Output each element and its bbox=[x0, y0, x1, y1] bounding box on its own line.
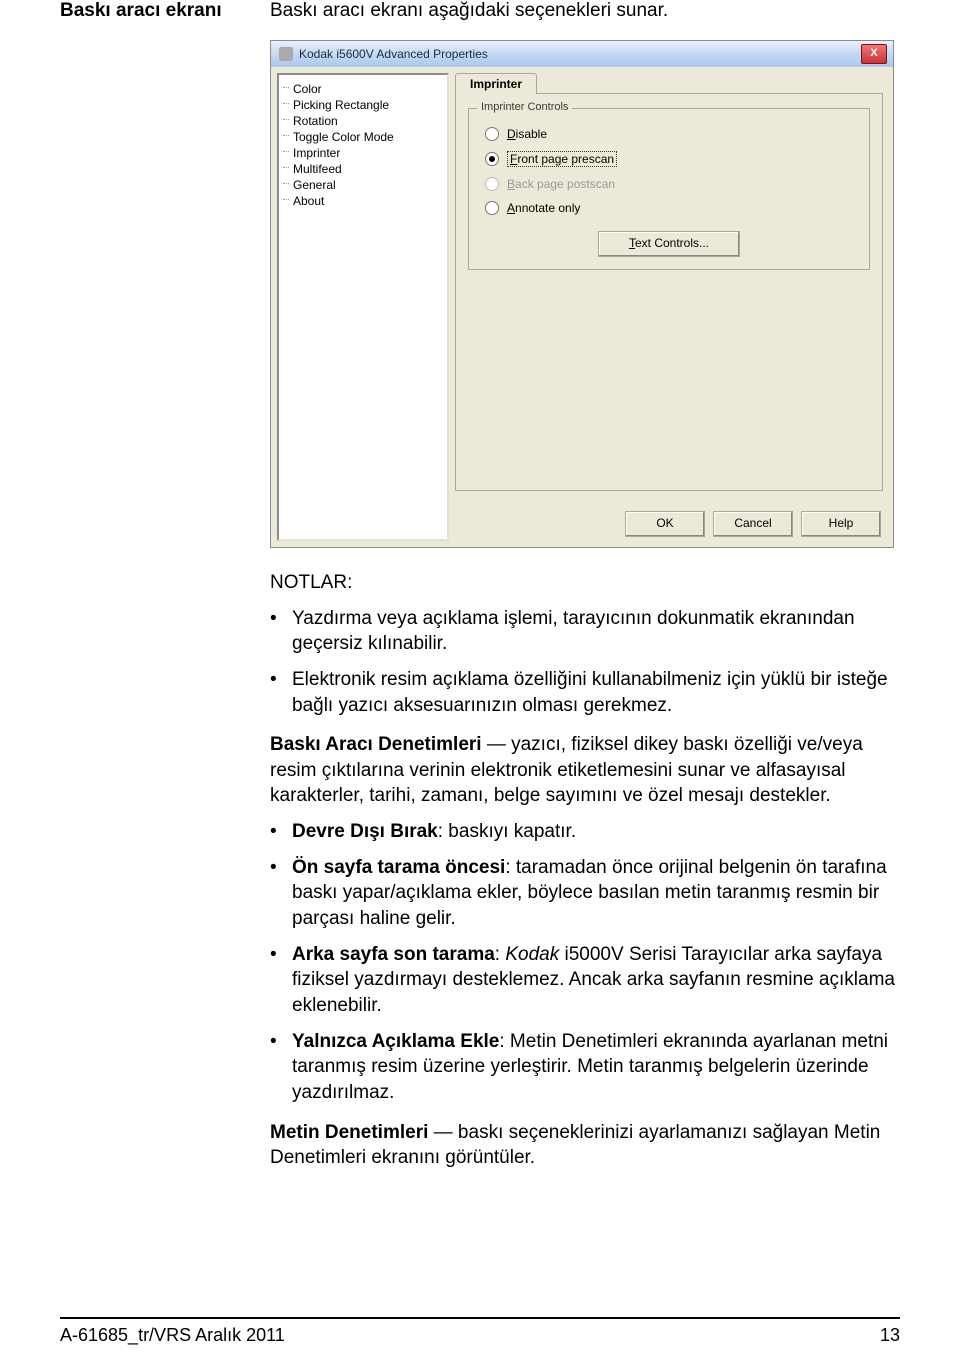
radio-label-part: ack page postscan bbox=[515, 177, 615, 191]
footer-left: A-61685_tr/VRS Aralık 2011 bbox=[60, 1325, 285, 1346]
bullet-bold: Devre Dışı Bırak bbox=[292, 821, 438, 842]
intro-text: Baskı aracı ekranı aşağıdaki seçenekleri… bbox=[270, 0, 900, 22]
tree-item[interactable]: Rotation bbox=[283, 113, 443, 129]
list-item: Yalnızca Açıklama Ekle: Metin Denetimler… bbox=[270, 1029, 900, 1106]
tree-item[interactable]: General bbox=[283, 177, 443, 193]
paragraph: Metin Denetimleri — baskı seçenekleriniz… bbox=[270, 1120, 900, 1171]
radio-label-part: A bbox=[507, 201, 515, 215]
radio-icon bbox=[485, 177, 499, 191]
bullet-italic: Kodak bbox=[505, 944, 559, 965]
page-number: 13 bbox=[880, 1325, 900, 1346]
radio-label-part: nnotate only bbox=[515, 201, 580, 215]
imprinter-controls-group: Imprinter Controls Disable Front page pr… bbox=[468, 108, 870, 270]
advanced-properties-dialog: Kodak i5600V Advanced Properties X Color… bbox=[270, 40, 894, 548]
tab-imprinter[interactable]: Imprinter bbox=[455, 73, 537, 94]
radio-icon bbox=[485, 152, 499, 166]
radio-front-page-prescan[interactable]: Front page prescan bbox=[485, 151, 857, 167]
list-item: Elektronik resim açıklama özelliğini kul… bbox=[270, 667, 900, 718]
help-button[interactable]: Help bbox=[801, 511, 881, 537]
tree-item[interactable]: Color bbox=[283, 81, 443, 97]
radio-label-part: B bbox=[507, 177, 515, 191]
tree-item[interactable]: Imprinter bbox=[283, 145, 443, 161]
radio-icon bbox=[485, 127, 499, 141]
radio-disable[interactable]: Disable bbox=[485, 127, 857, 141]
list-item: Yazdırma veya açıklama işlemi, tarayıcın… bbox=[270, 606, 900, 657]
bullet-bold: Arka sayfa son tarama bbox=[292, 944, 495, 965]
paragraph: Baskı Aracı Denetimleri — yazıcı, fiziks… bbox=[270, 732, 900, 809]
bullet-text: : bbox=[495, 944, 506, 965]
tree-item[interactable]: About bbox=[283, 193, 443, 209]
list-item: Arka sayfa son tarama: Kodak i5000V Seri… bbox=[270, 942, 900, 1019]
bullet-text: Elektronik resim açıklama özelliğini kul… bbox=[292, 667, 900, 718]
radio-label-part: ront page prescan bbox=[517, 152, 614, 166]
bullet-text: Yazdırma veya açıklama işlemi, tarayıcın… bbox=[292, 606, 900, 657]
tree-item[interactable]: Multifeed bbox=[283, 161, 443, 177]
radio-annotate-only[interactable]: Annotate only bbox=[485, 201, 857, 215]
property-tree[interactable]: Color Picking Rectangle Rotation Toggle … bbox=[277, 73, 449, 541]
radio-back-page-postscan: Back page postscan bbox=[485, 177, 857, 191]
radio-label-part: D bbox=[507, 127, 516, 141]
groupbox-legend: Imprinter Controls bbox=[477, 101, 572, 113]
page-footer: A-61685_tr/VRS Aralık 2011 13 bbox=[60, 1317, 900, 1346]
close-icon[interactable]: X bbox=[861, 44, 887, 64]
list-item: Ön sayfa tarama öncesi: taramadan önce o… bbox=[270, 855, 900, 932]
tree-item[interactable]: Toggle Color Mode bbox=[283, 129, 443, 145]
text-controls-button[interactable]: Text Controls... bbox=[598, 231, 740, 257]
ok-button[interactable]: OK bbox=[625, 511, 705, 537]
radio-label-part: isable bbox=[516, 127, 547, 141]
radio-icon bbox=[485, 201, 499, 215]
notes-heading: NOTLAR: bbox=[270, 570, 900, 596]
bullet-text: : baskıyı kapatır. bbox=[438, 821, 576, 842]
tree-item[interactable]: Picking Rectangle bbox=[283, 97, 443, 113]
para-bold: Baskı Aracı Denetimleri bbox=[270, 734, 482, 755]
bullet-bold: Ön sayfa tarama öncesi bbox=[292, 857, 505, 878]
tab-panel: Imprinter Controls Disable Front page pr… bbox=[455, 93, 883, 491]
list-item: Devre Dışı Bırak: baskıyı kapatır. bbox=[270, 819, 900, 845]
dialog-titlebar[interactable]: Kodak i5600V Advanced Properties X bbox=[271, 41, 893, 67]
side-heading: Baskı aracı ekranı bbox=[60, 0, 270, 22]
para-bold: Metin Denetimleri bbox=[270, 1122, 428, 1143]
bullet-bold: Yalnızca Açıklama Ekle bbox=[292, 1031, 499, 1052]
btn-label-part: ext Controls... bbox=[635, 236, 709, 250]
dialog-title: Kodak i5600V Advanced Properties bbox=[279, 47, 488, 61]
cancel-button[interactable]: Cancel bbox=[713, 511, 793, 537]
